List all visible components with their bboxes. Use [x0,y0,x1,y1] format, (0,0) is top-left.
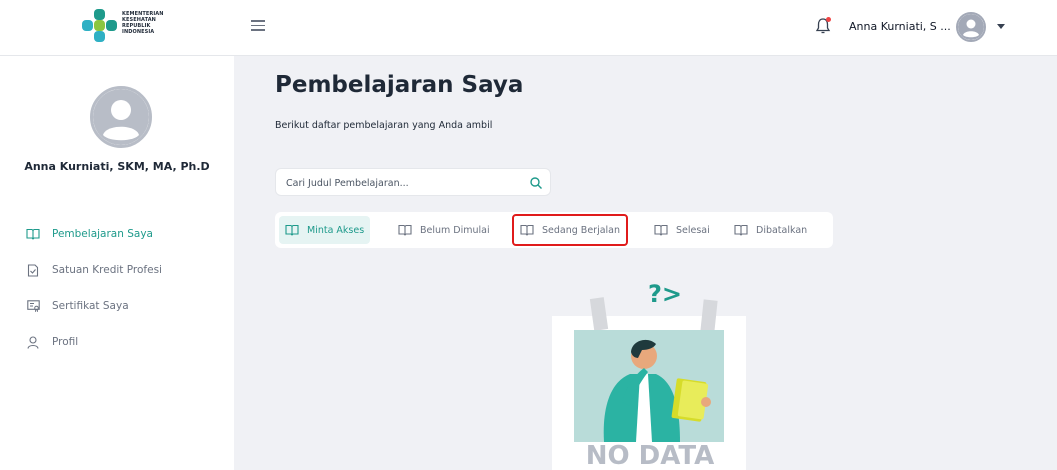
logo-text: KEMENTERIAN KESEHATAN REPUBLIK INDONESIA [122,11,164,35]
page-subtitle: Berikut daftar pembelajaran yang Anda am… [275,120,493,131]
sidebar-item-sertifikat-saya[interactable]: Sertifikat Saya [26,288,226,324]
document-check-icon [26,263,40,277]
tab-label: Sedang Berjalan [542,224,621,236]
search-icon[interactable] [529,175,543,189]
search-box [275,168,551,196]
sidebar-item-pembelajaran-saya[interactable]: Pembelajaran Saya [26,216,226,252]
book-open-icon [734,224,748,236]
page-title: Pembelajaran Saya [275,72,524,98]
header-avatar[interactable] [956,12,986,42]
top-bar: KEMENTERIAN KESEHATAN REPUBLIK INDONESIA… [0,0,1057,56]
no-data-text: NO DATA [586,441,714,470]
status-tabs: Minta Akses Belum Dimulai Sedang Berjala… [275,212,833,248]
tab-selesai[interactable]: Selesai [648,216,716,244]
kemenkes-logo-icon [82,9,117,42]
sidebar-menu: Pembelajaran Saya Satuan Kredit Profesi … [26,216,226,360]
tab-belum-dimulai[interactable]: Belum Dimulai [392,216,496,244]
tab-label: Dibatalkan [756,224,808,236]
hamburger-menu-icon[interactable] [251,20,265,34]
notification-bell-icon[interactable] [815,17,831,35]
notification-dot [826,17,831,22]
search-input[interactable] [286,175,506,191]
sidebar-item-label: Sertifikat Saya [52,300,129,312]
book-open-icon [654,224,668,236]
header-user-name[interactable]: Anna Kurniati, S ... [849,20,951,33]
tab-sedang-berjalan[interactable]: Sedang Berjalan [512,214,629,246]
sidebar-item-satuan-kredit-profesi[interactable]: Satuan Kredit Profesi [26,252,226,288]
tab-label: Selesai [676,224,710,236]
main-content: Pembelajaran Saya Berikut daftar pembela… [234,56,1057,470]
sidebar-item-label: Satuan Kredit Profesi [52,264,162,276]
chevron-down-icon[interactable] [997,24,1005,29]
question-mark-text: ?> [648,280,682,308]
tab-label: Minta Akses [307,224,365,236]
sidebar-item-profil[interactable]: Profil [26,324,226,360]
profile-avatar [90,86,152,148]
sidebar-item-label: Pembelajaran Saya [52,228,153,240]
tab-label: Belum Dimulai [420,224,490,236]
book-open-icon [398,224,412,236]
user-avatar-icon [93,89,149,145]
logo-line: INDONESIA [122,29,155,35]
book-open-icon [26,227,40,241]
book-open-icon [520,224,534,236]
profile-name: Anna Kurniati, SKM, MA, Ph.D [24,160,210,173]
kemenkes-logo[interactable]: KEMENTERIAN KESEHATAN REPUBLIK INDONESIA [80,7,180,45]
certificate-icon [26,299,40,313]
no-data-illustration: ?> NO DATA [552,280,746,470]
book-open-icon [285,224,299,236]
tab-dibatalkan[interactable]: Dibatalkan [728,216,813,244]
user-avatar-icon [958,14,984,40]
sidebar: Anna Kurniati, SKM, MA, Ph.D Pembelajara… [0,56,234,470]
user-icon [26,335,40,349]
sidebar-item-label: Profil [52,336,79,348]
tab-minta-akses[interactable]: Minta Akses [279,216,371,244]
